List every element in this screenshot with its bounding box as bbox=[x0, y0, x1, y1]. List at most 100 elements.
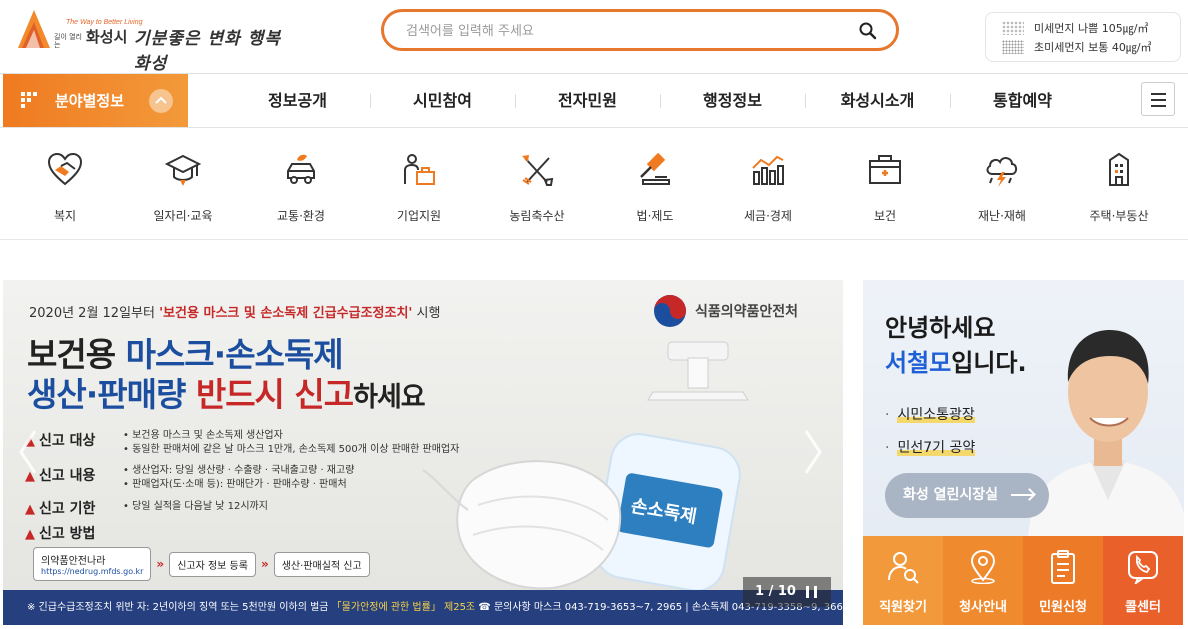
storm-cloud-icon bbox=[986, 157, 1018, 187]
category-law[interactable]: 법·제도 bbox=[596, 128, 714, 240]
banner-next-button[interactable] bbox=[798, 425, 828, 479]
category-jobs-education[interactable]: 일자리·교육 bbox=[124, 128, 242, 240]
grid-icon bbox=[21, 92, 37, 108]
banner-pager: 1 / 10 bbox=[743, 577, 831, 607]
main-navigation: 분야별정보 정보공개 시민참여 전자민원 행정정보 화성시소개 통합예약 bbox=[0, 73, 1188, 128]
category-health[interactable]: 보건 bbox=[826, 128, 944, 240]
logo-slogan: 기분좋은 변화 행복화성 bbox=[134, 29, 281, 74]
category-icons: 복지 일자리·교육 교통·환경 기업지원 농림축수산 법·제도 세금·경제 보건… bbox=[0, 128, 1188, 240]
gnb-item-info-disclosure[interactable]: 정보공개 bbox=[225, 74, 370, 127]
category-label: 농림축수산 bbox=[509, 209, 565, 223]
gnb-item-city-intro[interactable]: 화성시소개 bbox=[805, 74, 950, 127]
row-detail: • 당일 실적을 다음날 낮 12시까지 bbox=[123, 501, 268, 512]
mayor-name-suffix: 입니다. bbox=[951, 349, 1027, 377]
step-sub: https://nedrug.mfds.go.kr bbox=[41, 567, 144, 576]
banner-org-name: 식품의약품안전처 bbox=[695, 304, 799, 320]
category-label: 일자리·교육 bbox=[153, 209, 213, 223]
air-quality-widget[interactable]: 미세먼지 나쁨 105㎍/㎥ 초미세먼지 보통 40㎍/㎥ bbox=[985, 12, 1181, 62]
headline-part: 생산·판매량 bbox=[27, 375, 196, 414]
banner-prev-button[interactable] bbox=[13, 425, 43, 479]
gnb-item-e-civil-service[interactable]: 전자민원 bbox=[515, 74, 660, 127]
banner-row-deadline: ▲ 신고 기한 bbox=[25, 498, 95, 518]
banner-top-notice: 2020년 2월 12일부터 '보건용 마스크 및 손소독제 긴급수급조정조치'… bbox=[29, 302, 440, 321]
step-label: 의약품안전나라 bbox=[41, 556, 106, 567]
step-label: 생산·판매실적 신고 bbox=[281, 560, 362, 572]
search-box bbox=[381, 9, 899, 51]
row-marker-icon: ▲ bbox=[25, 527, 35, 542]
banner-top-bold: '보건용 마스크 및 손소독제 긴급수급조정조치' bbox=[159, 306, 413, 321]
category-welfare[interactable]: 복지 bbox=[6, 128, 124, 240]
mayor-photo bbox=[1028, 330, 1184, 536]
pm25-row: 초미세먼지 보통 40㎍/㎥ bbox=[1002, 38, 1152, 56]
headline-part: 반드시 신고 bbox=[195, 375, 354, 414]
quick-link-civil-application[interactable]: 민원신청 bbox=[1023, 536, 1103, 625]
gavel-icon bbox=[640, 152, 670, 185]
pm10-text: 미세먼지 나쁨 105㎍/㎥ bbox=[1034, 22, 1149, 35]
category-disaster[interactable]: 재난·재해 bbox=[943, 128, 1061, 240]
pause-icon[interactable] bbox=[806, 586, 817, 598]
category-business-support[interactable]: 기업지원 bbox=[360, 128, 478, 240]
mayor-link-communication[interactable]: 시민소통광장 bbox=[885, 404, 975, 424]
banner-footer: ※ 긴급수급조정조치 위반 자: 2년이하의 징역 또는 5천만원 이하의 벌금… bbox=[3, 590, 843, 625]
hamburger-menu-button[interactable] bbox=[1141, 82, 1175, 116]
category-label: 주택·부동산 bbox=[1089, 209, 1149, 223]
person-search-icon bbox=[888, 552, 919, 584]
category-traffic-environment[interactable]: 교통·환경 bbox=[242, 128, 360, 240]
main-banner-slider[interactable]: 2020년 2월 12일부터 '보건용 마스크 및 손소독제 긴급수급조정조치'… bbox=[3, 280, 843, 625]
step-box: 생산·판매실적 신고 bbox=[273, 551, 370, 577]
phone-icon bbox=[1128, 551, 1158, 584]
row-marker-icon: ▲ bbox=[25, 502, 35, 517]
double-arrow-icon: » bbox=[156, 557, 165, 571]
quick-link-call-center[interactable]: 콜센터 bbox=[1103, 536, 1183, 625]
step-box: 의약품안전나라 https://nedrug.mfds.go.kr bbox=[33, 547, 152, 581]
category-label: 법·제도 bbox=[636, 209, 674, 223]
pm10-dots-icon bbox=[1002, 21, 1024, 35]
pager-text: 1 / 10 bbox=[755, 584, 796, 599]
mayor-card: 안녕하세요 서철모입니다. 시민소통광장 민선7기 공약 화성 열린시장실 bbox=[863, 280, 1184, 536]
category-label: 교통·환경 bbox=[277, 209, 325, 223]
row-label: 신고 대상 bbox=[39, 433, 96, 449]
mayor-name-line: 서철모입니다. bbox=[885, 343, 1027, 378]
logo-mark-icon bbox=[18, 10, 50, 48]
mayor-greeting: 안녕하세요 bbox=[885, 314, 996, 342]
row-label: 신고 내용 bbox=[39, 468, 96, 484]
medical-kit-icon bbox=[869, 155, 901, 184]
arrow-right-icon bbox=[1011, 494, 1033, 496]
quick-link-staff-search[interactable]: 직원찾기 bbox=[863, 536, 943, 625]
gnb-menu: 정보공개 시민참여 전자민원 행정정보 화성시소개 통합예약 bbox=[225, 74, 1095, 127]
category-label: 복지 bbox=[53, 209, 77, 223]
pm10-row: 미세먼지 나쁨 105㎍/㎥ bbox=[1002, 19, 1148, 37]
gnb-item-admin-info[interactable]: 행정정보 bbox=[660, 74, 805, 127]
category-tax-economy[interactable]: 세금·경제 bbox=[709, 128, 827, 240]
quick-link-label: 직원찾기 bbox=[879, 600, 927, 615]
category-label: 기업지원 bbox=[396, 209, 442, 223]
open-mayor-office-button[interactable]: 화성 열린시장실 bbox=[885, 473, 1049, 518]
search-icon[interactable] bbox=[858, 21, 878, 41]
farm-tools-icon bbox=[522, 155, 554, 186]
category-label: 세금·경제 bbox=[744, 209, 792, 223]
quick-link-label: 청사안내 bbox=[959, 600, 1007, 615]
category-menu-button[interactable]: 분야별정보 bbox=[3, 74, 188, 127]
row-label: 신고 방법 bbox=[39, 526, 96, 542]
mayor-name: 서철모 bbox=[885, 349, 952, 377]
banner-steps: 의약품안전나라 https://nedrug.mfds.go.kr » 신고자 정… bbox=[33, 547, 370, 581]
logo-english: The Way to Better Living bbox=[66, 19, 143, 26]
pm25-text: 초미세먼지 보통 40㎍/㎥ bbox=[1034, 41, 1152, 54]
car-leaf-icon bbox=[287, 154, 315, 184]
taegeuk-emblem-icon bbox=[654, 295, 686, 327]
quick-link-building-guide[interactable]: 청사안내 bbox=[943, 536, 1023, 625]
category-agriculture[interactable]: 농림축수산 bbox=[478, 128, 596, 240]
gnb-item-reservation[interactable]: 통합예약 bbox=[950, 74, 1095, 127]
step-box: 신고자 정보 등록 bbox=[169, 551, 256, 577]
site-logo[interactable]: The Way to Better Living 길이 열리는 화성시 기분좋은… bbox=[14, 6, 294, 74]
businessman-briefcase-icon bbox=[404, 154, 435, 185]
banner-headline-2: 생산·판매량 반드시 신고하세요 bbox=[27, 368, 426, 416]
clipboard-icon bbox=[1051, 550, 1075, 584]
mayor-link-pledges[interactable]: 민선7기 공약 bbox=[885, 437, 976, 457]
gnb-item-citizen-participation[interactable]: 시민참여 bbox=[370, 74, 515, 127]
banner-top-prefix: 2020년 2월 12일부터 bbox=[29, 306, 160, 321]
mayor-link-label: 민선7기 공약 bbox=[897, 440, 976, 456]
search-input[interactable] bbox=[406, 20, 846, 42]
row-detail: • 생산업자: 당일 생산량 · 수출량 · 국내출고량 · 재고량 • 판매업… bbox=[123, 465, 355, 490]
category-housing[interactable]: 주택·부동산 bbox=[1060, 128, 1178, 240]
